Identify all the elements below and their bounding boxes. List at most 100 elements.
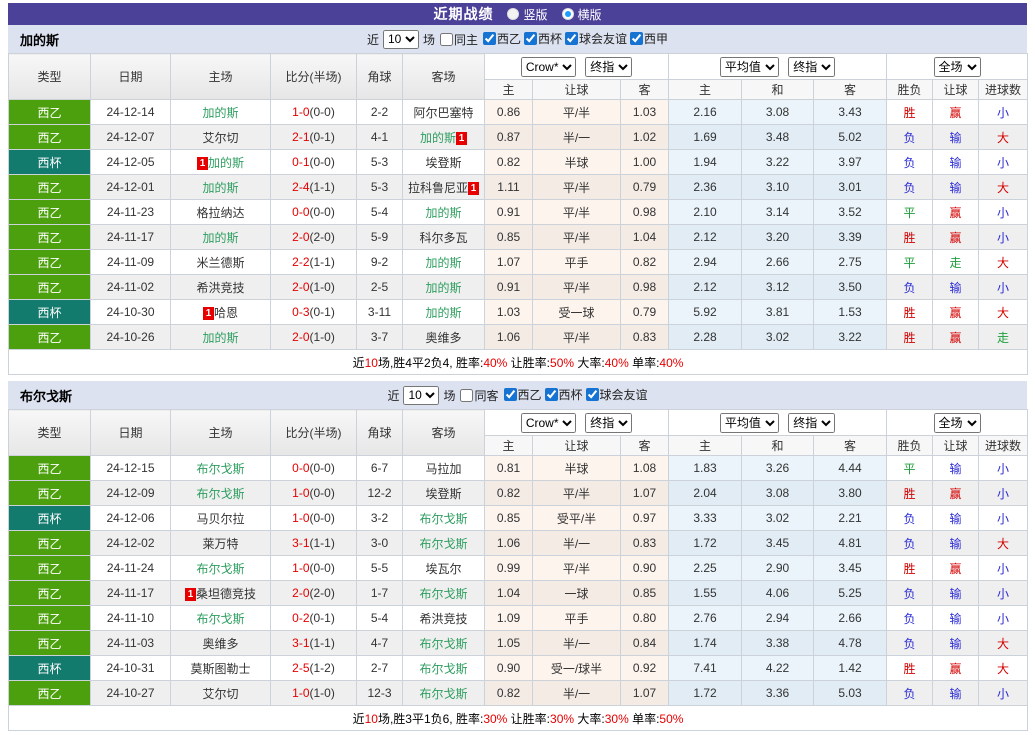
away-team-text: 加的斯 xyxy=(425,205,462,220)
result-outcome: 平 xyxy=(886,249,934,275)
avg-away-odds: 3.22 xyxy=(813,324,888,350)
halftime-score: (0-0) xyxy=(309,105,335,119)
home-team-text: 桑坦德竞技 xyxy=(195,586,256,601)
odds-stage-select[interactable]: 终指 xyxy=(585,412,633,433)
home-team-text: 加的斯 xyxy=(202,105,239,120)
match-row: 西杯 24-12-05 1 加的斯 0-1(0-0) 5-3 埃登斯 0.82 半… xyxy=(8,149,1029,175)
away-team-text: 加的斯 xyxy=(425,305,462,320)
league-filter-checkbox[interactable]: 球会友谊 xyxy=(565,30,627,47)
avg-away-odds: 1.53 xyxy=(813,299,888,325)
average-group: 平均值 终指 xyxy=(668,409,888,436)
fulltime-score: 2-0 xyxy=(292,586,310,600)
halftime-score: (2-0) xyxy=(309,586,335,600)
home-team: 加的斯 xyxy=(170,224,271,250)
handicap-away-odds: 0.98 xyxy=(619,274,670,300)
corners: 5-4 xyxy=(356,605,403,631)
odds-stage-select-2[interactable]: 终指 xyxy=(788,56,836,77)
halftime-score: (1-2) xyxy=(309,661,335,675)
handicap-line: 一球 xyxy=(532,580,621,606)
fulltime-score: 2-0 xyxy=(292,230,310,244)
handicap-home-odds: 0.91 xyxy=(484,274,533,300)
col-avg-home: 主 xyxy=(668,79,743,100)
handicap-away-odds: 0.79 xyxy=(619,174,670,200)
avg-draw-odds: 3.38 xyxy=(741,630,815,656)
league-type-badge: 西乙 xyxy=(8,199,91,225)
match-date: 24-11-02 xyxy=(90,274,171,300)
handicap-line: 半/一 xyxy=(532,530,621,556)
fulltime-score: 2-0 xyxy=(292,280,310,294)
col-type: 类型 xyxy=(8,409,91,456)
rank-badge: 1 xyxy=(456,131,467,145)
away-team: 埃登斯 xyxy=(402,480,485,506)
same-venue-checkbox[interactable]: 同客 xyxy=(460,387,499,404)
home-team-text: 布尔戈斯 xyxy=(196,611,245,626)
home-team: 格拉纳达 xyxy=(170,199,271,225)
corners: 9-2 xyxy=(356,249,403,275)
away-team: 布尔戈斯 xyxy=(402,680,485,706)
layout-radio-horizontal[interactable]: 横版 xyxy=(561,6,602,23)
league-type-badge: 西乙 xyxy=(8,530,91,556)
match-date: 24-12-14 xyxy=(90,99,171,125)
away-team-text: 埃登斯 xyxy=(425,155,462,170)
handicap-outcome: 赢 xyxy=(932,324,980,350)
away-team: 布尔戈斯 xyxy=(402,655,485,681)
home-team: 艾尔切 xyxy=(170,680,271,706)
avg-home-odds: 2.28 xyxy=(668,324,743,350)
fulltime-select[interactable]: 全场 xyxy=(933,412,981,433)
avg-draw-odds: 4.22 xyxy=(741,655,815,681)
score: 0-1(0-0) xyxy=(270,149,357,175)
handicap-home-odds: 1.04 xyxy=(484,580,533,606)
handicap-outcome: 赢 xyxy=(932,99,980,125)
layout-radio-vertical[interactable]: 竖版 xyxy=(507,6,548,23)
score: 3-1(1-1) xyxy=(270,630,357,656)
away-team: 加的斯 xyxy=(402,249,485,275)
fulltime-select[interactable]: 全场 xyxy=(933,56,981,77)
match-row: 西杯 24-10-31 莫斯图勒士 2-5(1-2) 2-7 布尔戈斯 0.90… xyxy=(8,655,1029,681)
odds-stage-select-2[interactable]: 终指 xyxy=(788,412,836,433)
average-select[interactable]: 平均值 xyxy=(719,412,779,433)
match-count-select[interactable]: 10 xyxy=(403,385,440,405)
goals-outcome: 大 xyxy=(978,630,1029,656)
handicap-home-odds: 0.85 xyxy=(484,505,533,531)
handicap-outcome: 输 xyxy=(932,680,980,706)
away-team-text: 布尔戈斯 xyxy=(419,686,468,701)
col-avg-away: 客 xyxy=(813,435,888,456)
result-outcome: 胜 xyxy=(886,655,934,681)
handicap-line: 平/半 xyxy=(532,199,621,225)
league-filter-checkbox[interactable]: 西乙 xyxy=(503,386,542,403)
league-filter-checkbox[interactable]: 西杯 xyxy=(524,30,562,47)
result-outcome: 胜 xyxy=(886,224,934,250)
summary-line: 近10场,胜4平2负4, 胜率:40% 让胜率:50% 大率:40% 单率:40… xyxy=(7,349,1029,375)
league-filter-checkbox[interactable]: 西乙 xyxy=(482,30,521,47)
home-team-text: 艾尔切 xyxy=(202,130,239,145)
odds-stage-select[interactable]: 终指 xyxy=(585,56,633,77)
fulltime-score: 2-5 xyxy=(292,661,310,675)
avg-draw-odds: 3.22 xyxy=(741,149,815,175)
handicap-outcome: 输 xyxy=(932,174,980,200)
same-venue-checkbox[interactable]: 同主 xyxy=(439,31,478,48)
goals-outcome: 小 xyxy=(978,580,1029,606)
handicap-away-odds: 0.82 xyxy=(619,249,670,275)
result-outcome: 胜 xyxy=(886,480,934,506)
bookmaker-select[interactable]: Crow* xyxy=(520,412,576,433)
col-result-goals: 进球数 xyxy=(978,79,1029,100)
bookmaker-group: Crow* 终指 xyxy=(483,409,670,436)
match-date: 24-12-09 xyxy=(90,480,171,506)
match-count-select[interactable]: 10 xyxy=(382,29,419,49)
games-label: 场 xyxy=(422,32,435,47)
handicap-outcome: 输 xyxy=(932,630,980,656)
avg-draw-odds: 3.36 xyxy=(741,680,815,706)
bookmaker-select[interactable]: Crow* xyxy=(520,56,576,77)
league-filter-checkbox[interactable]: 西杯 xyxy=(544,386,583,403)
home-team: 米兰德斯 xyxy=(170,249,271,275)
league-type-badge: 西乙 xyxy=(8,580,91,606)
corners: 2-5 xyxy=(356,274,403,300)
away-team-text: 奥维多 xyxy=(425,330,462,345)
average-select[interactable]: 平均值 xyxy=(719,56,779,77)
avg-draw-odds: 3.81 xyxy=(741,299,815,325)
corners: 3-0 xyxy=(356,530,403,556)
league-filter-checkbox[interactable]: 西甲 xyxy=(630,30,668,47)
match-row: 西乙 24-10-27 艾尔切 1-0(1-0) 12-3 布尔戈斯 0.82 … xyxy=(8,680,1029,706)
score: 0-0(0-0) xyxy=(270,455,357,481)
league-filter-checkbox[interactable]: 球会友谊 xyxy=(585,386,648,403)
